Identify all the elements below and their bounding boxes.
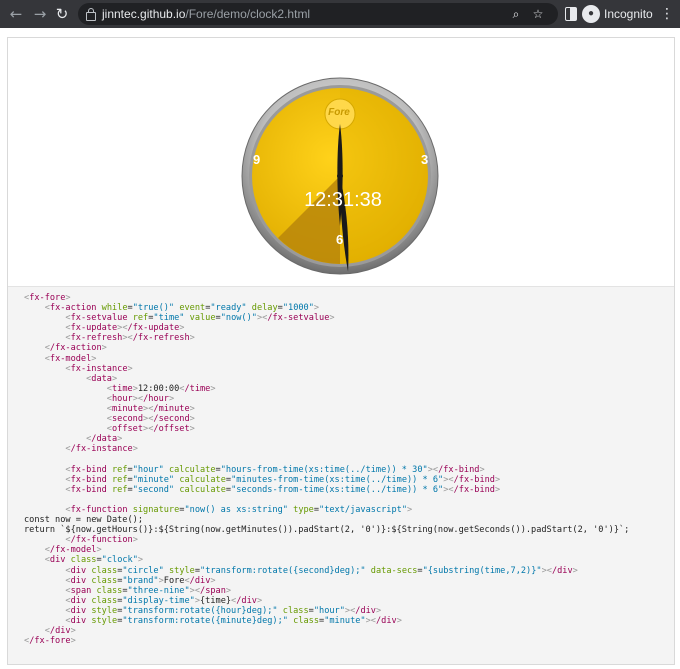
code-line: <div class="brand">Fore</div> [65,575,216,586]
code-line: const now = new Date(); [24,515,143,526]
url-text[interactable]: jinntec.github.io/Fore/demo/clock2.html [102,6,310,22]
kebab-menu-icon[interactable]: ⋮ [660,4,674,24]
code-line: <fx-fore> [24,293,71,303]
back-arrow-icon[interactable]: ← [6,4,26,24]
code-line: <hour></hour> [106,393,175,404]
code-line: <fx-instance> [65,363,133,374]
code-line: <second></second> [106,414,195,425]
code-line: <fx-setvalue ref="time" value="now()"></… [65,313,335,324]
star-icon[interactable]: ☆ [530,6,546,22]
code-line: <minute></minute> [106,404,195,415]
numeral-nine: 9 [253,152,261,167]
code-line: </fx-instance> [65,444,138,455]
code-line: <fx-bind ref="second" calculate="seconds… [65,484,501,495]
forward-arrow-icon[interactable]: → [30,4,50,24]
code-line: <fx-bind ref="minute" calculate="minutes… [65,474,501,485]
code-line: </fx-function> [65,535,138,546]
code-line: </data> [86,434,123,445]
code-listing: <fx-fore> <fx-action while="true()" even… [8,287,674,664]
code-line: <fx-function signature="now() as xs:stri… [65,504,413,515]
code-line: <div style="transform:rotate({minute}deg… [65,616,402,626]
code-line: <fx-update></fx-update> [65,323,185,334]
url-host: jinntec.github.io [102,7,186,21]
code-line: <fx-refresh></fx-refresh> [65,333,195,344]
lock-icon[interactable] [86,8,96,21]
code-line: <data> [86,373,118,384]
clock-center [337,173,343,179]
address-bar[interactable]: jinntec.github.io/Fore/demo/clock2.html … [78,3,558,25]
page-content: Fore 9 3 6 12:31:38 <fx-fore> <fx-action… [7,37,675,665]
browser-toolbar: ← → ↻ jinntec.github.io/Fore/demo/clock2… [0,0,680,28]
code-line: <fx-action while="true()" event="ready" … [44,303,320,314]
code-line: return `${now.getHours()}:${String(now.g… [24,525,630,536]
code-line: <span class="three-nine"></span> [65,585,232,596]
display-time: 12:31:38 [304,189,382,211]
numeral-six: 6 [336,232,344,247]
code-line: <fx-bind ref="hour" calculate="hours-fro… [65,464,485,475]
code-line: <div class="circle" style="transform:rot… [65,565,578,576]
code-line: </div> [44,626,76,637]
reload-icon[interactable]: ↻ [52,4,72,24]
source-code-block: <fx-fore> <fx-action while="true()" even… [24,293,629,646]
code-line: <div style="transform:rotate({hour}deg);… [65,605,382,616]
code-line: <div class="clock"> [44,555,144,566]
clock-area: Fore 9 3 6 12:31:38 [8,38,674,287]
code-line: <fx-model> [44,353,97,364]
code-line: <offset></offset> [106,424,195,435]
numeral-three: 3 [421,152,429,167]
side-panel-icon[interactable] [565,7,577,21]
brand-label: Fore [328,107,350,118]
incognito-label[interactable]: Incognito [604,7,653,21]
incognito-icon[interactable]: ● [582,5,600,23]
url-path: /Fore/demo/clock2.html [185,7,311,21]
code-line: <div class="display-time">{time}</div> [65,595,263,606]
zoom-icon[interactable]: ⌕ [508,6,524,22]
code-line: <time>12:00:00</time> [106,383,216,394]
code-line: </fx-fore> [24,636,76,647]
code-line: </fx-action> [44,343,107,354]
code-line: </fx-model> [44,545,102,556]
